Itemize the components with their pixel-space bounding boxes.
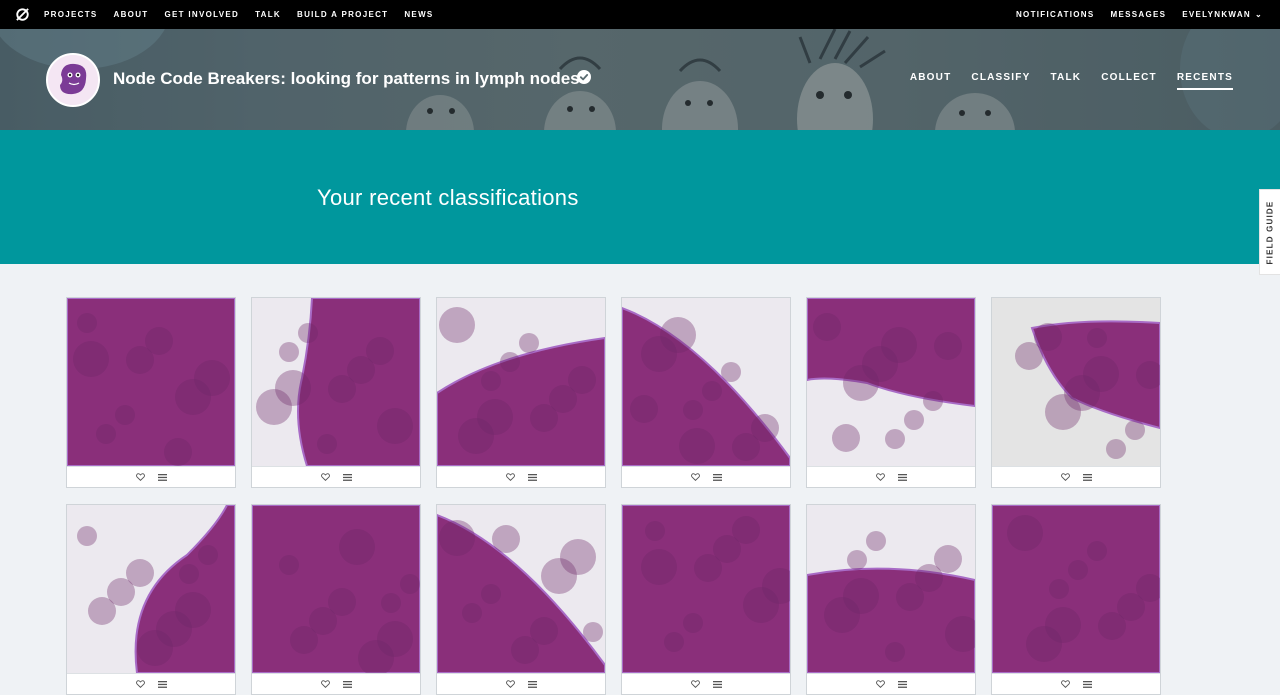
field-guide-tab[interactable]: FIELD GUIDE — [1259, 189, 1280, 275]
heart-icon[interactable] — [689, 471, 702, 484]
nav-messages[interactable]: MESSAGES — [1111, 10, 1167, 19]
project-title[interactable]: Node Code Breakers: looking for patterns… — [113, 69, 580, 89]
nav-get-involved[interactable]: GET INVOLVED — [164, 10, 239, 19]
card-actions — [992, 673, 1160, 694]
heart-icon[interactable] — [874, 678, 887, 691]
nav-talk[interactable]: TALK — [255, 10, 281, 19]
project-nav: ABOUT CLASSIFY TALK COLLECT RECENTS — [890, 72, 1234, 90]
card-actions — [992, 466, 1160, 487]
subject-thumbnail[interactable] — [622, 298, 790, 466]
list-icon[interactable] — [156, 678, 169, 691]
lymph-node-mascot-icon — [48, 55, 98, 105]
project-nav-classify[interactable]: CLASSIFY — [971, 72, 1030, 83]
project-nav-collect[interactable]: COLLECT — [1101, 72, 1157, 83]
site-nav-links: PROJECTS ABOUT GET INVOLVED TALK BUILD A… — [44, 0, 450, 29]
site-navbar: PROJECTS ABOUT GET INVOLVED TALK BUILD A… — [0, 0, 1280, 29]
project-nav-about[interactable]: ABOUT — [910, 72, 952, 83]
list-icon[interactable] — [341, 471, 354, 484]
subject-thumbnail[interactable] — [67, 505, 235, 673]
classification-card[interactable] — [621, 297, 791, 488]
nav-about[interactable]: ABOUT — [114, 10, 149, 19]
heart-icon[interactable] — [319, 678, 332, 691]
classification-card[interactable] — [66, 504, 236, 695]
card-actions — [67, 673, 235, 694]
classification-card[interactable] — [66, 297, 236, 488]
classification-card[interactable] — [991, 297, 1161, 488]
verified-check-icon — [577, 70, 591, 84]
classification-card[interactable] — [806, 297, 976, 488]
card-actions — [252, 673, 420, 694]
classification-card[interactable] — [251, 504, 421, 695]
card-actions — [437, 673, 605, 694]
heart-icon[interactable] — [319, 471, 332, 484]
heart-icon[interactable] — [504, 471, 517, 484]
subject-thumbnail[interactable] — [992, 505, 1160, 673]
list-icon[interactable] — [526, 471, 539, 484]
page-title: Your recent classifications — [317, 185, 579, 210]
classification-card[interactable] — [991, 504, 1161, 695]
heart-icon[interactable] — [134, 471, 147, 484]
classification-card[interactable] — [621, 504, 791, 695]
list-icon[interactable] — [896, 471, 909, 484]
field-guide-label: FIELD GUIDE — [1265, 200, 1275, 264]
heart-icon[interactable] — [504, 678, 517, 691]
classification-card[interactable] — [251, 297, 421, 488]
list-icon[interactable] — [711, 471, 724, 484]
subject-thumbnail[interactable] — [807, 505, 975, 673]
list-icon[interactable] — [711, 678, 724, 691]
account-menu[interactable]: EVELYNKWAN ⌄ — [1182, 10, 1263, 19]
project-avatar[interactable] — [46, 53, 100, 107]
nav-notifications[interactable]: NOTIFICATIONS — [1016, 10, 1095, 19]
subject-thumbnail[interactable] — [67, 298, 235, 466]
chevron-down-icon: ⌄ — [1254, 10, 1263, 19]
heart-icon[interactable] — [134, 678, 147, 691]
subject-thumbnail[interactable] — [807, 298, 975, 466]
account-nav: NOTIFICATIONS MESSAGES EVELYNKWAN ⌄ — [1000, 0, 1263, 29]
project-nav-recents[interactable]: RECENTS — [1176, 72, 1234, 90]
card-actions — [622, 673, 790, 694]
list-icon[interactable] — [526, 678, 539, 691]
card-actions — [437, 466, 605, 487]
card-actions — [67, 466, 235, 487]
nav-build-a-project[interactable]: BUILD A PROJECT — [297, 10, 388, 19]
list-icon[interactable] — [1081, 678, 1094, 691]
project-header: Node Code Breakers: looking for patterns… — [0, 29, 1280, 130]
card-actions — [807, 466, 975, 487]
subject-thumbnail[interactable] — [437, 298, 605, 466]
list-icon[interactable] — [1081, 471, 1094, 484]
heart-icon[interactable] — [1059, 678, 1072, 691]
subject-thumbnail[interactable] — [992, 298, 1160, 466]
list-icon[interactable] — [156, 471, 169, 484]
heart-icon[interactable] — [1059, 471, 1072, 484]
card-actions — [252, 466, 420, 487]
card-actions — [807, 673, 975, 694]
subject-thumbnail[interactable] — [622, 505, 790, 673]
classification-card[interactable] — [436, 297, 606, 488]
list-icon[interactable] — [896, 678, 909, 691]
nav-news[interactable]: NEWS — [404, 10, 433, 19]
subject-thumbnail[interactable] — [437, 505, 605, 673]
project-nav-talk[interactable]: TALK — [1050, 72, 1081, 83]
subject-thumbnail[interactable] — [252, 298, 420, 466]
classification-card[interactable] — [806, 504, 976, 695]
classification-card[interactable] — [436, 504, 606, 695]
list-icon[interactable] — [341, 678, 354, 691]
nav-projects[interactable]: PROJECTS — [44, 10, 98, 19]
zooniverse-logo-icon[interactable] — [15, 7, 30, 22]
page-banner: Your recent classifications — [0, 130, 1280, 264]
heart-icon[interactable] — [874, 471, 887, 484]
username: EVELYNKWAN — [1182, 10, 1251, 19]
card-actions — [622, 466, 790, 487]
heart-icon[interactable] — [689, 678, 702, 691]
subject-thumbnail[interactable] — [252, 505, 420, 673]
